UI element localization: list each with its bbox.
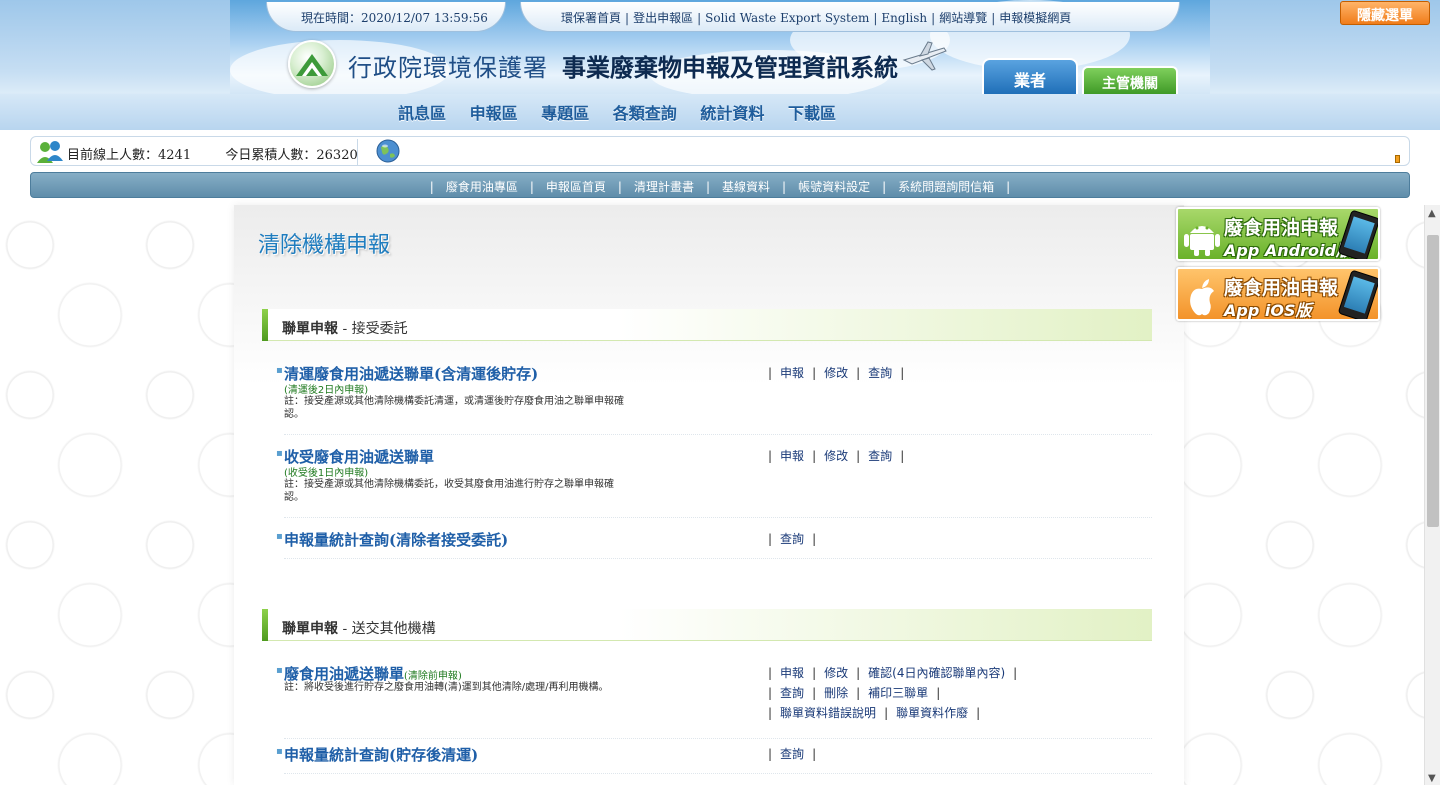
- scroll-down-icon[interactable]: ▼: [1428, 773, 1436, 784]
- nav-query[interactable]: 各類查詢: [613, 100, 677, 124]
- bullet-icon: ▪: [276, 365, 283, 376]
- section-title: 聯單申報: [282, 621, 338, 637]
- mountain-logo-icon: [296, 54, 328, 76]
- marquee-indicator: [1395, 155, 1400, 163]
- item-actions: | 申報 | 修改 | 查詢 |: [768, 449, 905, 463]
- section-header-accept: 聯單申報 - 接受委託: [262, 309, 1152, 341]
- action-void[interactable]: 聯單資料作廢: [896, 706, 968, 720]
- action-edit[interactable]: 修改: [824, 449, 848, 463]
- today-count: 今日累積人數：26320: [225, 148, 358, 163]
- scrollbar-thumb[interactable]: [1427, 235, 1439, 527]
- sub-nav: | 廢食用油專區 | 申報區首頁 | 清理計畫書 | 基線資料 | 帳號資料設定 | 系統問題詢問信箱…: [30, 172, 1410, 198]
- action-confirm[interactable]: 確認(4日內確認聯單內容): [868, 666, 1005, 680]
- link-sitemap[interactable]: 網站導覽: [939, 11, 987, 25]
- link-logout[interactable]: 登出申報區: [633, 11, 693, 25]
- link-epa-home[interactable]: 環保署首頁: [561, 11, 621, 25]
- app-subtitle: App iOS版: [1224, 301, 1312, 320]
- system-name: 事業廢棄物申報及管理資訊系統: [562, 54, 898, 82]
- action-query[interactable]: 查詢: [780, 686, 804, 700]
- action-report[interactable]: 申報: [780, 366, 804, 380]
- bullet-icon: ▪: [276, 531, 283, 542]
- divider: [357, 139, 358, 165]
- subnav-support-mailbox[interactable]: 系統問題詢問信箱: [898, 180, 994, 194]
- subnav-waste-oil[interactable]: 廢食用油專區: [446, 180, 518, 194]
- subnav-baseline-data[interactable]: 基線資料: [722, 180, 770, 194]
- item-link[interactable]: 申報量統計查詢(清除者接受委託): [284, 529, 508, 550]
- main-nav: 訊息區 申報區 專題區 各類查詢 統計資料 下載區: [398, 100, 854, 124]
- item-note: 註：接受產源或其他清除機構委託清運，或清運後貯存廢食用油之聯單申報確認。: [284, 396, 624, 420]
- link-export-system[interactable]: Solid Waste Export System: [705, 11, 869, 25]
- item-actions: | 申報 | 修改 | 查詢 |: [768, 366, 905, 380]
- android-app-button[interactable]: 廢食用油申報 App Android版: [1176, 207, 1380, 261]
- scroll-up-icon[interactable]: ▲: [1428, 208, 1436, 219]
- page-title: 清除機構申報: [258, 233, 391, 258]
- section-header-send: 聯單申報 - 送交其他機構: [262, 609, 1152, 641]
- site-header: 現在時間：2020/12/07 13:59:56 環保署首頁 | 登出申報區 | Sol…: [230, 0, 1210, 94]
- online-count: 目前線上人數：4241: [67, 148, 192, 163]
- action-query[interactable]: 查詢: [780, 747, 804, 761]
- deadline-note: (清運後2日內申報): [284, 385, 369, 396]
- phone-icon: [1337, 269, 1378, 319]
- action-reprint[interactable]: 補印三聯單: [868, 686, 928, 700]
- phone-icon: [1337, 209, 1378, 259]
- users-icon: [37, 141, 63, 163]
- section-title: 聯單申報: [282, 321, 338, 337]
- item-actions: | 申報 | 修改 | 確認(4日內確認聯單內容) | | 查詢 | 刪除 | 補印三聯單 | | 聯單資…: [768, 666, 1018, 720]
- action-edit[interactable]: 修改: [824, 366, 848, 380]
- epa-logo: [288, 40, 336, 88]
- item-note: 註：將收受後進行貯存之廢食用油轉(清)運到其他清除/處理/再利用機構。: [284, 682, 609, 693]
- nav-download[interactable]: 下載區: [788, 100, 836, 124]
- globe-icon: [376, 139, 400, 163]
- airplane-icon: [902, 41, 947, 71]
- action-edit[interactable]: 修改: [824, 666, 848, 680]
- android-icon: [1184, 226, 1220, 256]
- action-report[interactable]: 申報: [780, 666, 804, 680]
- action-error-explain[interactable]: 聯單資料錯誤說明: [780, 706, 876, 720]
- ios-app-button[interactable]: 廢食用油申報 App iOS版: [1176, 267, 1380, 321]
- bullet-icon: ▪: [276, 665, 283, 676]
- apple-icon: [1190, 279, 1214, 316]
- subnav-clearance-plan[interactable]: 清理計畫書: [634, 180, 694, 194]
- deadline-note: (收受後1日內申報): [284, 468, 369, 479]
- subnav-account-settings[interactable]: 帳號資料設定: [798, 180, 870, 194]
- visitor-counts: 目前線上人數：4241 今日累積人數：26320: [67, 144, 358, 163]
- app-title: 廢食用油申報: [1224, 277, 1339, 299]
- tab-business[interactable]: 業者: [982, 58, 1078, 94]
- item-note: 註：接受產源或其他清除機構委託，收受其廢食用油進行貯存之聯單申報確認。: [284, 479, 614, 503]
- vertical-scrollbar[interactable]: ▲ ▼: [1424, 205, 1440, 785]
- link-english[interactable]: English: [881, 11, 927, 25]
- item-link[interactable]: 申報量統計查詢(貯存後清運): [284, 744, 478, 765]
- nav-report[interactable]: 申報區: [470, 100, 518, 124]
- app-title: 廢食用油申報: [1224, 217, 1339, 239]
- item-actions: | 查詢 |: [768, 747, 817, 761]
- action-query[interactable]: 查詢: [780, 532, 804, 546]
- list-item: ▪ 清運廢食用油遞送聯單(含清運後貯存) (清運後2日內申報) 註：接受產源或其…: [276, 363, 1152, 435]
- action-delete[interactable]: 刪除: [824, 686, 848, 700]
- current-time: 現在時間：2020/12/07 13:59:56: [266, 2, 506, 32]
- section-subtitle: - 送交其他機構: [338, 621, 436, 637]
- list-item: ▪ 申報量統計查詢(清除者接受委託) | 查詢 |: [276, 529, 1152, 559]
- list-item: ▪ 申報量統計查詢(貯存後清運) | 查詢 |: [276, 744, 1152, 774]
- stats-bar: 目前線上人數：4241 今日累積人數：26320: [30, 136, 1410, 166]
- nav-news[interactable]: 訊息區: [398, 100, 446, 124]
- action-report[interactable]: 申報: [780, 449, 804, 463]
- app-subtitle: App Android版: [1224, 241, 1352, 260]
- list-item: ▪ 收受廢食用油遞送聯單 (收受後1日內申報) 註：接受產源或其他清除機構委託，…: [276, 446, 1152, 518]
- hide-menu-button[interactable]: 隱藏選單: [1340, 1, 1430, 25]
- section-subtitle: - 接受委託: [338, 321, 408, 337]
- content-panel: 清除機構申報 聯單申報 - 接受委託 ▪ 清運廢食用油遞送聯單(含清運後貯存) …: [234, 205, 1184, 785]
- bullet-icon: ▪: [276, 746, 283, 757]
- action-query[interactable]: 查詢: [868, 449, 892, 463]
- link-simulation[interactable]: 申報模擬網頁: [999, 11, 1071, 25]
- bullet-icon: ▪: [276, 448, 283, 459]
- tab-admin[interactable]: 主管機關: [1082, 66, 1178, 94]
- action-query[interactable]: 查詢: [868, 366, 892, 380]
- org-name: 行政院環境保護署: [348, 54, 548, 82]
- list-item: ▪ 廢食用油遞送聯單(清除前申報) 註：將收受後進行貯存之廢食用油轉(清)運到其…: [276, 663, 1152, 739]
- subnav-report-home[interactable]: 申報區首頁: [546, 180, 606, 194]
- top-links: 環保署首頁 | 登出申報區 | Solid Waste Export System | En…: [520, 2, 1180, 32]
- item-actions: | 查詢 |: [768, 532, 817, 546]
- nav-statistics[interactable]: 統計資料: [700, 100, 764, 124]
- nav-topics[interactable]: 專題區: [541, 100, 589, 124]
